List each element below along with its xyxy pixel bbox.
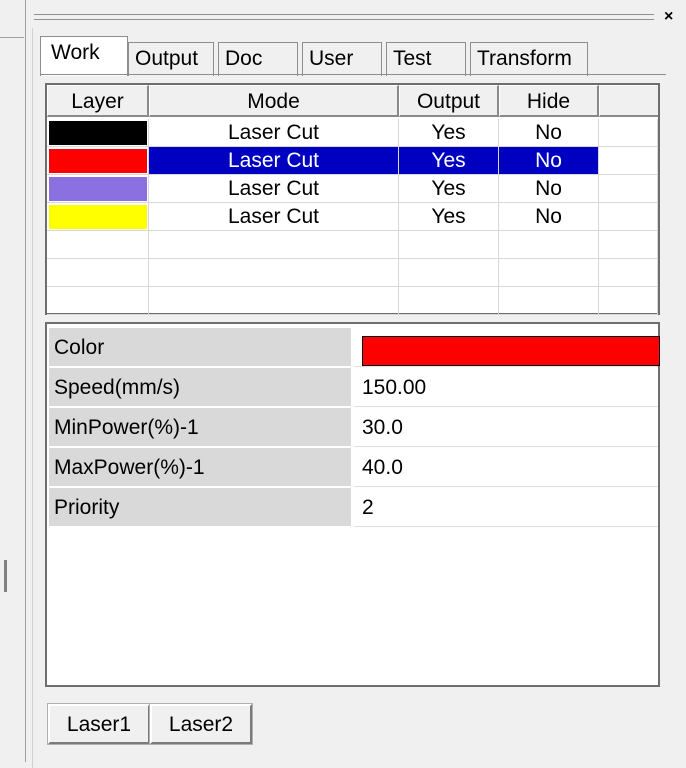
property-row-priority[interactable]: Priority 2 xyxy=(49,488,658,528)
tab-test[interactable]: Test xyxy=(386,42,466,76)
empty-row xyxy=(47,231,658,259)
layer-color-cell xyxy=(47,231,149,259)
property-row-speed[interactable]: Speed(mm/s) 150.00 xyxy=(49,368,658,408)
layer-color-cell[interactable] xyxy=(47,119,149,147)
layer-color-cell[interactable] xyxy=(47,203,149,231)
property-value[interactable] xyxy=(354,328,660,367)
empty-row xyxy=(47,259,658,287)
empty-cell[interactable] xyxy=(599,203,658,231)
output-cell[interactable]: Yes xyxy=(399,147,499,175)
hide-cell xyxy=(499,231,599,259)
close-icon[interactable]: × xyxy=(664,8,673,26)
property-value[interactable]: 40.0 xyxy=(354,448,658,487)
tab-output[interactable]: Output xyxy=(128,42,214,76)
mode-cell xyxy=(149,287,399,315)
property-label: Speed(mm/s) xyxy=(49,368,351,407)
tab-work[interactable]: Work xyxy=(40,36,128,76)
ruler-tick xyxy=(0,22,24,38)
layer-color-swatch[interactable] xyxy=(49,205,147,229)
column-header-empty xyxy=(599,85,658,117)
column-header-mode[interactable]: Mode xyxy=(149,85,399,117)
output-cell xyxy=(399,231,499,259)
layer-color-cell xyxy=(47,259,149,287)
tab-doc[interactable]: Doc xyxy=(218,42,298,76)
layer-color-cell[interactable] xyxy=(47,147,149,175)
property-value[interactable]: 2 xyxy=(354,488,658,527)
layer-row[interactable]: Laser Cut Yes No xyxy=(47,147,658,175)
mode-cell[interactable]: Laser Cut xyxy=(149,175,399,203)
laser2-tab[interactable]: Laser2 xyxy=(149,703,253,745)
output-cell xyxy=(399,287,499,315)
empty-cell[interactable] xyxy=(599,119,658,147)
property-row-color[interactable]: Color xyxy=(49,328,660,368)
layer-properties: Color Speed(mm/s) 150.00 MinPower(%)-1 3… xyxy=(45,322,660,687)
layer-color-cell[interactable] xyxy=(47,175,149,203)
hide-cell xyxy=(499,259,599,287)
property-row-minpower[interactable]: MinPower(%)-1 30.0 xyxy=(49,408,658,448)
property-value[interactable]: 30.0 xyxy=(354,408,658,447)
property-value[interactable]: 150.00 xyxy=(354,368,658,407)
column-header-output[interactable]: Output xyxy=(399,85,499,117)
left-sidebar-strip xyxy=(0,0,26,762)
output-cell[interactable]: Yes xyxy=(399,175,499,203)
mode-cell[interactable]: Laser Cut xyxy=(149,119,399,147)
layer-color-swatch[interactable] xyxy=(49,177,147,201)
mode-cell[interactable]: Laser Cut xyxy=(149,203,399,231)
hide-cell xyxy=(499,287,599,315)
property-label: Priority xyxy=(49,488,351,527)
hide-cell[interactable]: No xyxy=(499,147,599,175)
layer-color-cell xyxy=(47,287,149,315)
layer-color-swatch[interactable] xyxy=(49,149,147,173)
mode-cell xyxy=(149,259,399,287)
layer-row[interactable]: Laser Cut Yes No xyxy=(47,203,658,231)
layer-table-header: Layer Mode Output Hide xyxy=(47,85,658,119)
tab-divider xyxy=(40,74,666,75)
column-header-layer[interactable]: Layer xyxy=(47,85,149,117)
color-swatch[interactable] xyxy=(362,336,660,366)
hide-cell[interactable]: No xyxy=(499,203,599,231)
empty-cell[interactable] xyxy=(599,175,658,203)
property-label: Color xyxy=(49,328,351,367)
output-cell[interactable]: Yes xyxy=(399,119,499,147)
tab-transform[interactable]: Transform xyxy=(470,42,588,76)
mode-cell[interactable]: Laser Cut xyxy=(149,147,399,175)
output-cell xyxy=(399,259,499,287)
laser1-tab[interactable]: Laser1 xyxy=(47,703,151,745)
property-label: MaxPower(%)-1 xyxy=(49,448,351,487)
mode-cell xyxy=(149,231,399,259)
empty-cell xyxy=(599,259,658,287)
layer-row[interactable]: Laser Cut Yes No xyxy=(47,119,658,147)
empty-cell xyxy=(599,287,658,315)
panel-title-bar[interactable] xyxy=(34,14,654,22)
empty-cell[interactable] xyxy=(599,147,658,175)
splitter-grip[interactable] xyxy=(4,560,7,592)
layer-color-swatch[interactable] xyxy=(49,121,147,145)
hide-cell[interactable]: No xyxy=(499,175,599,203)
layer-row[interactable]: Laser Cut Yes No xyxy=(47,175,658,203)
empty-row xyxy=(47,287,658,315)
property-label: MinPower(%)-1 xyxy=(49,408,351,447)
tab-user[interactable]: User xyxy=(302,42,382,76)
empty-cell xyxy=(599,231,658,259)
column-header-hide[interactable]: Hide xyxy=(499,85,599,117)
hide-cell[interactable]: No xyxy=(499,119,599,147)
output-cell[interactable]: Yes xyxy=(399,203,499,231)
property-row-maxpower[interactable]: MaxPower(%)-1 40.0 xyxy=(49,448,658,488)
layer-table: Layer Mode Output Hide Laser Cut Yes No Las… xyxy=(45,83,660,315)
